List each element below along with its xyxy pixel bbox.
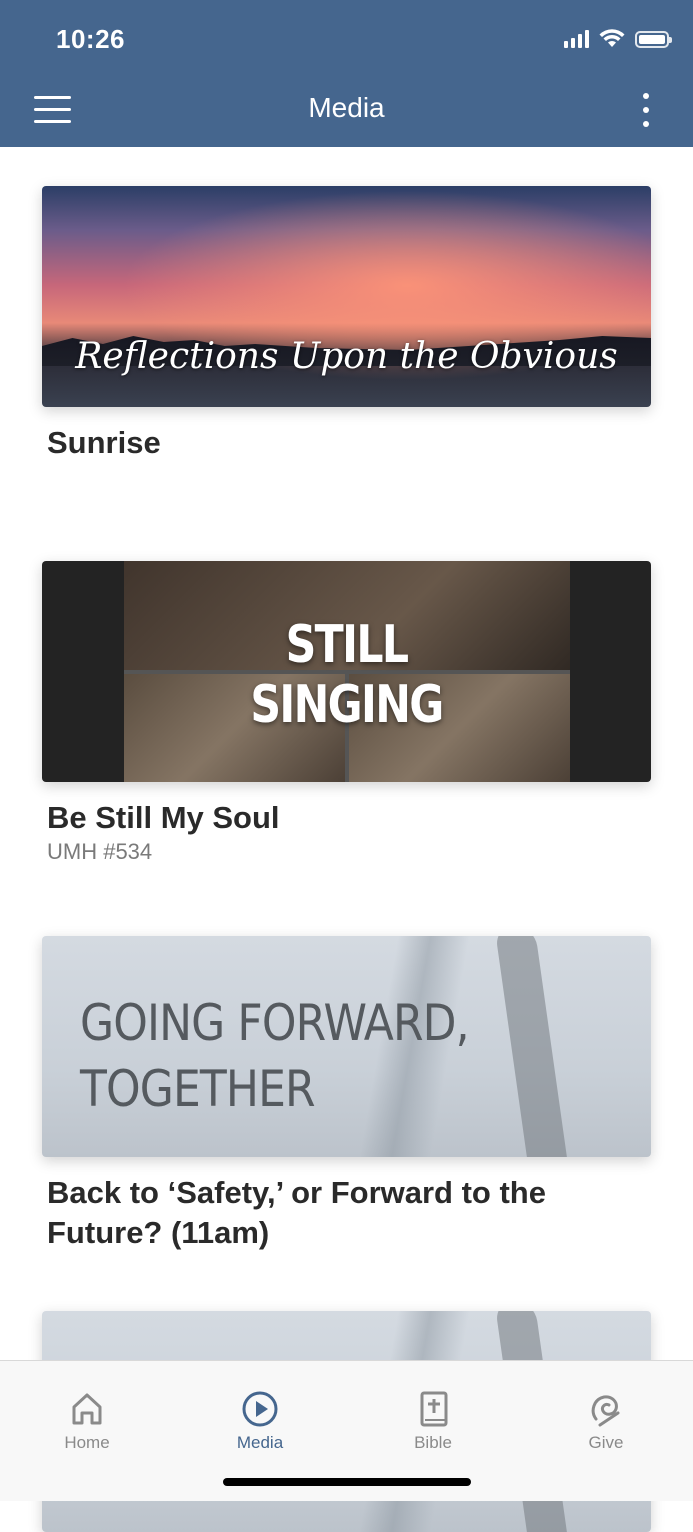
- media-item[interactable]: Reflections Upon the Obvious Sunrise: [42, 186, 651, 463]
- media-item[interactable]: STILL SINGING Be Still My Soul UMH #534: [42, 561, 651, 866]
- thumbnail-caption: GOING FORWARD, TOGETHER: [80, 990, 470, 1122]
- more-options-icon[interactable]: [639, 93, 653, 129]
- media-subtitle: UMH #534: [47, 839, 153, 864]
- thumbnail-caption-line1: STILL: [285, 615, 409, 675]
- status-time: 10:26: [56, 24, 125, 54]
- tab-media[interactable]: Media: [200, 1389, 320, 1453]
- media-title[interactable]: Sunrise: [47, 423, 651, 463]
- wifi-icon: [599, 29, 625, 47]
- thumbnail-caption: STILL SINGING: [97, 615, 596, 735]
- thumbnail-caption-line2: SINGING: [250, 675, 444, 735]
- battery-icon: [635, 30, 672, 48]
- media-thumbnail[interactable]: STILL SINGING: [42, 561, 651, 782]
- cellular-signal-icon: [564, 30, 589, 48]
- status-icons: [564, 26, 672, 52]
- app-header: 10:26 Media: [0, 0, 693, 147]
- media-thumbnail[interactable]: Reflections Upon the Obvious: [42, 186, 651, 407]
- thumbnail-caption-line2: TOGETHER: [80, 1060, 316, 1118]
- media-title[interactable]: Back to ‘Safety,’ or Forward to the Futu…: [47, 1173, 651, 1253]
- thumbnail-mirror-frame: [494, 936, 570, 1157]
- media-thumbnail[interactable]: GOING FORWARD, TOGETHER: [42, 936, 651, 1157]
- media-item[interactable]: GOING FORWARD, TOGETHER Back to ‘Safety,…: [42, 936, 651, 1253]
- tab-label: Home: [64, 1433, 110, 1452]
- tab-bible[interactable]: Bible: [373, 1389, 493, 1453]
- tab-label: Give: [588, 1433, 624, 1452]
- tab-home[interactable]: Home: [27, 1389, 147, 1453]
- tab-label: Media: [236, 1433, 284, 1452]
- thumbnail-caption: Reflections Upon the Obvious: [75, 336, 618, 377]
- play-circle-icon: [242, 1391, 278, 1427]
- bible-icon: [420, 1391, 448, 1427]
- page-title: Media: [308, 92, 385, 123]
- tab-give[interactable]: Give: [546, 1389, 666, 1453]
- tab-label: Bible: [414, 1433, 452, 1452]
- media-title[interactable]: Be Still My Soul: [47, 798, 651, 838]
- home-icon: [72, 1393, 102, 1425]
- give-icon: [591, 1395, 620, 1427]
- home-indicator: [223, 1478, 471, 1486]
- thumbnail-caption-line1: GOING FORWARD,: [80, 994, 470, 1052]
